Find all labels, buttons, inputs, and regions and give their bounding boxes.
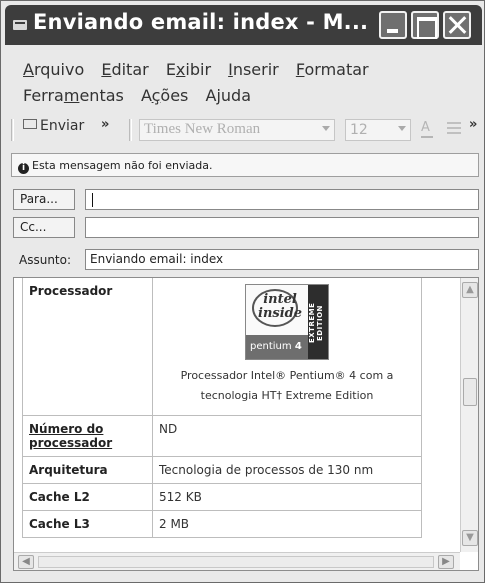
- table-row: Número do processador ND: [22, 415, 422, 457]
- table-row: Processador intel inside pentium 4 EXTREM…: [22, 278, 422, 416]
- row-label: Cache L2: [22, 483, 153, 511]
- font-size-value: 12: [350, 122, 368, 138]
- toolbar-overflow-chevron-2[interactable]: »: [469, 117, 477, 132]
- scroll-left-icon[interactable]: ◀: [18, 555, 34, 569]
- row-label-link[interactable]: Número do processador: [22, 415, 153, 457]
- send-label: Enviar: [40, 118, 85, 134]
- subject-label: Assunto:: [19, 253, 72, 267]
- row-label: Arquitetura: [22, 456, 153, 484]
- to-button[interactable]: Para...: [13, 189, 75, 210]
- menu-ferramentas[interactable]: Ferramentas: [23, 83, 124, 109]
- row-value: intel inside pentium 4 EXTREME EDITION Pr…: [152, 278, 422, 416]
- menu-arquivo[interactable]: Arquivo: [23, 57, 84, 83]
- send-icon: [23, 119, 37, 129]
- toolbar-separator: [129, 119, 132, 141]
- chevron-down-icon: [398, 126, 406, 131]
- scroll-thumb[interactable]: [463, 378, 477, 406]
- row-value: 512 KB: [152, 483, 422, 511]
- menu-editar[interactable]: Editar: [101, 57, 148, 83]
- row-label: Processador: [22, 278, 153, 416]
- scroll-up-icon[interactable]: ▲: [462, 282, 478, 298]
- send-button[interactable]: Enviar: [23, 118, 84, 134]
- row-value: Tecnologia de processos de 130 nm: [152, 456, 422, 484]
- chevron-down-icon: [322, 126, 330, 131]
- bullet-list-button[interactable]: [447, 121, 461, 135]
- title-bar[interactable]: Enviando email: index - M...: [5, 5, 482, 45]
- table-row: Cache L2 512 KB: [22, 483, 422, 511]
- menu-formatar[interactable]: Formatar: [296, 57, 369, 83]
- menu-acoes[interactable]: Ações: [141, 83, 188, 109]
- window-title: Enviando email: index - M...: [33, 10, 369, 34]
- row-value: ND: [152, 415, 422, 457]
- formatting-toolbar: Enviar » Times New Roman 12 A »: [11, 117, 481, 143]
- info-message: Esta mensagem não foi enviada.: [32, 159, 213, 172]
- info-icon: i: [18, 163, 29, 174]
- cc-button[interactable]: Cc...: [13, 217, 75, 238]
- table-row: Arquitetura Tecnologia de processos de 1…: [22, 456, 422, 484]
- horizontal-scrollbar[interactable]: ◀ ▶: [14, 552, 460, 570]
- row-value: 2 MB: [152, 510, 422, 538]
- processor-caption: Processador Intel® Pentium® 4 com a tecn…: [180, 369, 394, 402]
- to-field[interactable]: [85, 189, 479, 210]
- hscroll-thumb[interactable]: [38, 556, 434, 568]
- vertical-scrollbar[interactable]: ▲ ▼: [460, 278, 478, 552]
- maximize-button[interactable]: [411, 11, 439, 39]
- scroll-down-icon[interactable]: ▼: [462, 530, 478, 546]
- menu-exibir[interactable]: Exibir: [166, 57, 211, 83]
- specs-table: Processador intel inside pentium 4 EXTREM…: [22, 278, 422, 538]
- text-caret: [92, 193, 93, 207]
- intel-pentium-logo: intel inside pentium 4 EXTREME EDITION: [245, 284, 329, 360]
- mail-icon: [13, 20, 27, 30]
- close-button[interactable]: [443, 11, 471, 39]
- font-color-button[interactable]: A: [421, 120, 433, 138]
- email-window: Enviando email: index - M... Arquivo Edi…: [0, 0, 485, 583]
- row-label: Cache L3: [22, 510, 153, 538]
- logo-text: intel inside: [258, 292, 303, 321]
- scroll-right-icon[interactable]: ▶: [438, 555, 454, 569]
- font-family-select[interactable]: Times New Roman: [139, 119, 335, 141]
- logo-product: pentium 4: [246, 335, 308, 359]
- message-body[interactable]: Processador intel inside pentium 4 EXTREM…: [13, 277, 479, 571]
- font-family-value: Times New Roman: [144, 121, 261, 137]
- table-row: Cache L3 2 MB: [22, 510, 422, 538]
- logo-edition: EXTREME EDITION: [308, 285, 328, 359]
- menu-inserir[interactable]: Inserir: [228, 57, 279, 83]
- subject-field[interactable]: Enviando email: index: [85, 249, 479, 270]
- menu-bar: Arquivo Editar Exibir Inserir Formatar F…: [23, 57, 463, 109]
- font-size-select[interactable]: 12: [345, 119, 411, 141]
- info-bar: i Esta mensagem não foi enviada.: [11, 153, 479, 177]
- toolbar-overflow-chevron[interactable]: »: [101, 117, 109, 132]
- menu-ajuda[interactable]: Ajuda: [205, 83, 251, 109]
- cc-field[interactable]: [85, 217, 479, 238]
- minimize-button[interactable]: [379, 11, 407, 39]
- toolbar-grip[interactable]: [11, 119, 14, 141]
